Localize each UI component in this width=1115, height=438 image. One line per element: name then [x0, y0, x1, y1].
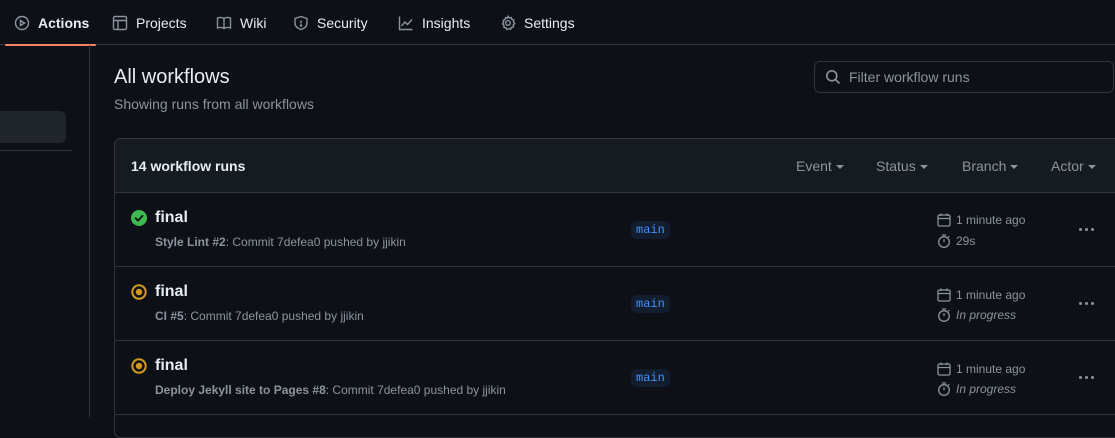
- runs-header: 14 workflow runs Event Status Branch Act…: [115, 139, 1115, 193]
- menu-label: Event: [796, 158, 832, 174]
- book-icon: [216, 16, 232, 29]
- calendar-icon: [937, 213, 951, 227]
- sidebar-divider: [0, 150, 72, 151]
- run-detail: : Commit 7defea0 pushed by jjikin: [183, 309, 364, 323]
- stopwatch-icon: [938, 308, 950, 322]
- time-ago: 1 minute ago: [956, 288, 1026, 302]
- duration: 29s: [956, 234, 976, 248]
- tab-label: Projects: [136, 14, 187, 31]
- in-progress-icon: [131, 358, 147, 374]
- tab-label: Settings: [524, 14, 575, 31]
- tab-settings[interactable]: Settings: [500, 0, 575, 45]
- workflow-run-row[interactable]: final CI #5: Commit 7defea0 pushed by jj…: [115, 267, 1115, 341]
- tab-label: Actions: [38, 14, 90, 31]
- run-description: Style Lint #2: Commit 7defea0 pushed by …: [155, 235, 406, 249]
- run-description: CI #5: Commit 7defea0 pushed by jjikin: [155, 309, 364, 323]
- run-detail: : Commit 7defea0 pushed by jjikin: [225, 235, 406, 249]
- branch-menu[interactable]: Branch: [962, 158, 1019, 174]
- run-detail: : Commit 7defea0 pushed by jjikin: [325, 383, 506, 397]
- caret-down-icon: [919, 165, 928, 169]
- tab-insights[interactable]: Insights: [398, 0, 470, 45]
- status-menu[interactable]: Status: [876, 158, 928, 174]
- duration: In progress: [956, 382, 1017, 396]
- check-circle-icon: [131, 210, 147, 226]
- filter-input[interactable]: [849, 69, 1089, 85]
- gear-icon: [501, 14, 516, 30]
- calendar-icon: [937, 288, 951, 302]
- run-title[interactable]: final: [155, 357, 188, 375]
- branch-label[interactable]: main: [631, 221, 670, 239]
- run-time: 1 minute ago: [937, 213, 1025, 227]
- tab-label: Wiki: [240, 14, 267, 31]
- tab-wiki[interactable]: Wiki: [216, 0, 266, 45]
- workflow-runs-box: 14 workflow runs Event Status Branch Act…: [114, 138, 1115, 438]
- workflow-sidebar: [0, 45, 90, 417]
- tab-label: Insights: [422, 14, 471, 31]
- sidebar-item-all-workflows[interactable]: [0, 111, 66, 143]
- caret-down-icon: [1010, 165, 1019, 169]
- graph-icon: [398, 16, 413, 30]
- page-subtitle: Showing runs from all workflows: [114, 96, 314, 112]
- stopwatch-icon: [938, 382, 950, 396]
- search-icon: [826, 70, 841, 85]
- kebab-menu-icon[interactable]: [1075, 293, 1097, 313]
- kebab-menu-icon[interactable]: [1075, 219, 1097, 239]
- tab-security[interactable]: Security: [293, 0, 368, 45]
- page-title: All workflows: [114, 66, 230, 88]
- event-menu[interactable]: Event: [796, 158, 844, 174]
- tab-label: Security: [317, 14, 368, 31]
- run-duration: In progress: [937, 382, 1016, 396]
- workflow-name: CI #5: [155, 309, 184, 323]
- actor-menu[interactable]: Actor: [1051, 158, 1096, 174]
- menu-label: Actor: [1051, 158, 1084, 174]
- run-title[interactable]: final: [155, 209, 188, 227]
- stopwatch-icon: [938, 234, 950, 248]
- shield-icon: [294, 15, 308, 30]
- run-time: 1 minute ago: [937, 288, 1025, 302]
- branch-label[interactable]: main: [631, 295, 670, 313]
- tab-actions[interactable]: Actions: [4, 0, 97, 46]
- menu-label: Branch: [962, 158, 1007, 174]
- caret-down-icon: [835, 165, 844, 169]
- play-icon: [14, 15, 30, 30]
- filter-workflow-runs[interactable]: [814, 61, 1114, 93]
- menu-label: Status: [876, 158, 916, 174]
- caret-down-icon: [1087, 165, 1096, 169]
- run-description: Deploy Jekyll site to Pages #8: Commit 7…: [155, 383, 506, 397]
- tab-projects[interactable]: Projects: [112, 0, 187, 45]
- time-ago: 1 minute ago: [956, 362, 1026, 376]
- repo-nav: Actions Projects Wiki Security Insights …: [0, 0, 1115, 46]
- time-ago: 1 minute ago: [956, 213, 1026, 227]
- workflow-name: Deploy Jekyll site to Pages #8: [155, 383, 326, 397]
- workflow-run-row[interactable]: final Deploy Jekyll site to Pages #8: Co…: [115, 341, 1115, 415]
- kebab-menu-icon[interactable]: [1075, 367, 1097, 387]
- run-count: 14 workflow runs: [131, 158, 246, 174]
- workflow-run-row[interactable]: final Style Lint #2: Commit 7defea0 push…: [115, 193, 1115, 267]
- workflow-name: Style Lint #2: [155, 235, 226, 249]
- run-duration: In progress: [937, 308, 1016, 322]
- in-progress-icon: [131, 284, 147, 300]
- run-title[interactable]: final: [155, 283, 188, 301]
- duration: In progress: [956, 308, 1017, 322]
- table-icon: [112, 15, 128, 30]
- run-duration: 29s: [937, 234, 975, 248]
- calendar-icon: [937, 362, 951, 376]
- run-time: 1 minute ago: [937, 362, 1025, 376]
- branch-label[interactable]: main: [631, 369, 670, 387]
